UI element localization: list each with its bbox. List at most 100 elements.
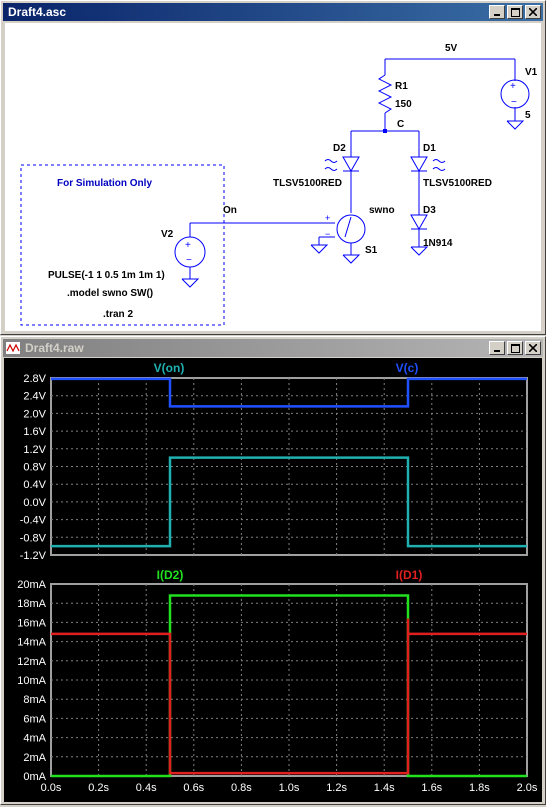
legend-I(D1): I(D1) [396, 568, 423, 582]
legend-V(c): V(c) [396, 361, 419, 375]
waveform-window-title: Draft4.raw [25, 341, 84, 355]
svg-text:−: − [325, 229, 330, 239]
schematic-window-title: Draft4.asc [8, 5, 67, 19]
y-tick-label: 20mA [17, 579, 46, 591]
resistor-icon [377, 74, 393, 114]
switch-blade [344, 216, 352, 238]
y-tick-label: 0.8V [23, 462, 46, 474]
y-tick-label: 18mA [17, 598, 46, 610]
close-icon [529, 344, 537, 352]
waveform-title-bar[interactable]: Draft4.raw [3, 339, 543, 357]
schematic-title-bar[interactable]: Draft4.asc [3, 3, 543, 21]
switch-model: swno [369, 205, 395, 216]
waveform-plots: 2.8V 2.4V 2.0V 1.6V 1.2V 0.8V 0.4V 0.0V -0.4V -0.… [17, 361, 538, 794]
x-tick-label: 0.4s [136, 782, 157, 794]
net-label-5v: 5V [445, 43, 458, 54]
y-tick-label: 10mA [17, 675, 46, 687]
ground-icon [342, 254, 361, 264]
waveform-icon [6, 342, 20, 354]
y-tick-label: 2.0V [23, 408, 46, 420]
x-tick-label: 1.8s [469, 782, 490, 794]
s1-name: S1 [365, 245, 378, 256]
schematic-window: Draft4.asc + − + − + − 5V V1 5 R1 150 C … [0, 0, 546, 335]
sim-box-title: For Simulation Only [57, 178, 152, 189]
x-tick-label: 1.4s [374, 782, 395, 794]
close-icon [529, 8, 537, 16]
y-tick-label: 2.8V [23, 373, 46, 385]
simulation-box [20, 164, 225, 326]
switch-icon [336, 214, 366, 244]
minimize-button[interactable] [489, 341, 505, 355]
light-emission-icon [324, 159, 338, 163]
d1-model: TLSV5100RED [423, 178, 492, 189]
v1-value: 5 [525, 110, 531, 121]
minimize-button[interactable] [489, 5, 505, 19]
x-tick-label: 1.0s [279, 782, 300, 794]
waveform-window: Draft4.raw 2.8V 2.4V 2.0V 1.6V 1.2V 0.8V 0.4V 0… [0, 336, 546, 805]
schematic-canvas[interactable]: + − + − + − 5V V1 5 R1 150 C D2 D1 TLSV5… [5, 23, 541, 331]
d1-name: D1 [423, 143, 436, 154]
led-icon [410, 156, 428, 173]
ground-icon [506, 120, 525, 130]
maximize-icon [510, 343, 520, 353]
close-button[interactable] [525, 5, 541, 19]
r1-value: 150 [395, 99, 412, 110]
maximize-icon [510, 7, 520, 17]
x-tick-label: 1.6s [421, 782, 442, 794]
diode-icon [410, 214, 428, 231]
junction-dot [383, 129, 387, 133]
y-tick-label: 14mA [17, 637, 46, 649]
legend-I(D2): I(D2) [157, 568, 184, 582]
v1-name: V1 [525, 67, 538, 78]
y-tick-label: 16mA [17, 617, 46, 629]
svg-text:+: + [185, 240, 191, 251]
light-emission-icon [324, 167, 338, 171]
d2-name: D2 [333, 143, 346, 154]
ground-icon [181, 278, 200, 288]
x-tick-label: 0.8s [231, 782, 252, 794]
y-tick-label: 2mA [23, 752, 46, 764]
x-tick-label: 0.0s [41, 782, 62, 794]
y-tick-label: -1.2V [20, 550, 47, 562]
legend-V(on): V(on) [154, 361, 185, 375]
y-tick-label: -0.4V [20, 515, 47, 527]
y-tick-label: 4mA [23, 733, 46, 745]
x-tick-label: 1.2s [326, 782, 347, 794]
y-tick-label: 1.2V [23, 444, 46, 456]
maximize-button[interactable] [507, 5, 523, 19]
y-tick-label: 12mA [17, 656, 46, 668]
v2-name: V2 [161, 229, 174, 240]
d3-model: 1N914 [423, 238, 453, 249]
y-tick-label: 1.6V [23, 426, 46, 438]
y-tick-label: 0.4V [23, 479, 46, 491]
tran-directive: .tran 2 [103, 309, 133, 320]
d2-model: TLSV5100RED [273, 178, 342, 189]
pulse-spec: PULSE(-1 1 0.5 1m 1m 1) [48, 270, 165, 281]
svg-text:−: − [511, 97, 517, 108]
led-icon [342, 156, 360, 173]
y-tick-label: 8mA [23, 694, 46, 706]
svg-text:+: + [510, 81, 516, 92]
r1-name: R1 [395, 81, 408, 92]
y-tick-label: 6mA [23, 713, 46, 725]
d3-name: D3 [423, 205, 436, 216]
y-tick-label: 0.0V [23, 497, 46, 509]
y-tick-label: -0.8V [20, 532, 47, 544]
minimize-icon [494, 350, 500, 352]
light-emission-icon [432, 167, 446, 171]
net-label-on: On [223, 205, 237, 216]
ground-icon [310, 244, 329, 254]
x-tick-label: 2.0s [517, 782, 538, 794]
svg-text:+: + [325, 213, 330, 223]
net-label-c: C [397, 119, 404, 130]
close-button[interactable] [525, 341, 541, 355]
maximize-button[interactable] [507, 341, 523, 355]
schematic-drawing: + − + − + − 5V V1 5 R1 150 C D2 D1 TLSV5… [20, 43, 538, 326]
light-emission-icon [432, 159, 446, 163]
waveform-canvas[interactable]: 2.8V 2.4V 2.0V 1.6V 1.2V 0.8V 0.4V 0.0V -0.4V -0.… [4, 358, 542, 802]
model-directive: .model swno SW() [67, 288, 153, 299]
y-tick-label: 2.4V [23, 391, 46, 403]
x-tick-label: 0.2s [88, 782, 109, 794]
svg-text:−: − [186, 255, 192, 266]
x-tick-label: 0.6s [183, 782, 204, 794]
